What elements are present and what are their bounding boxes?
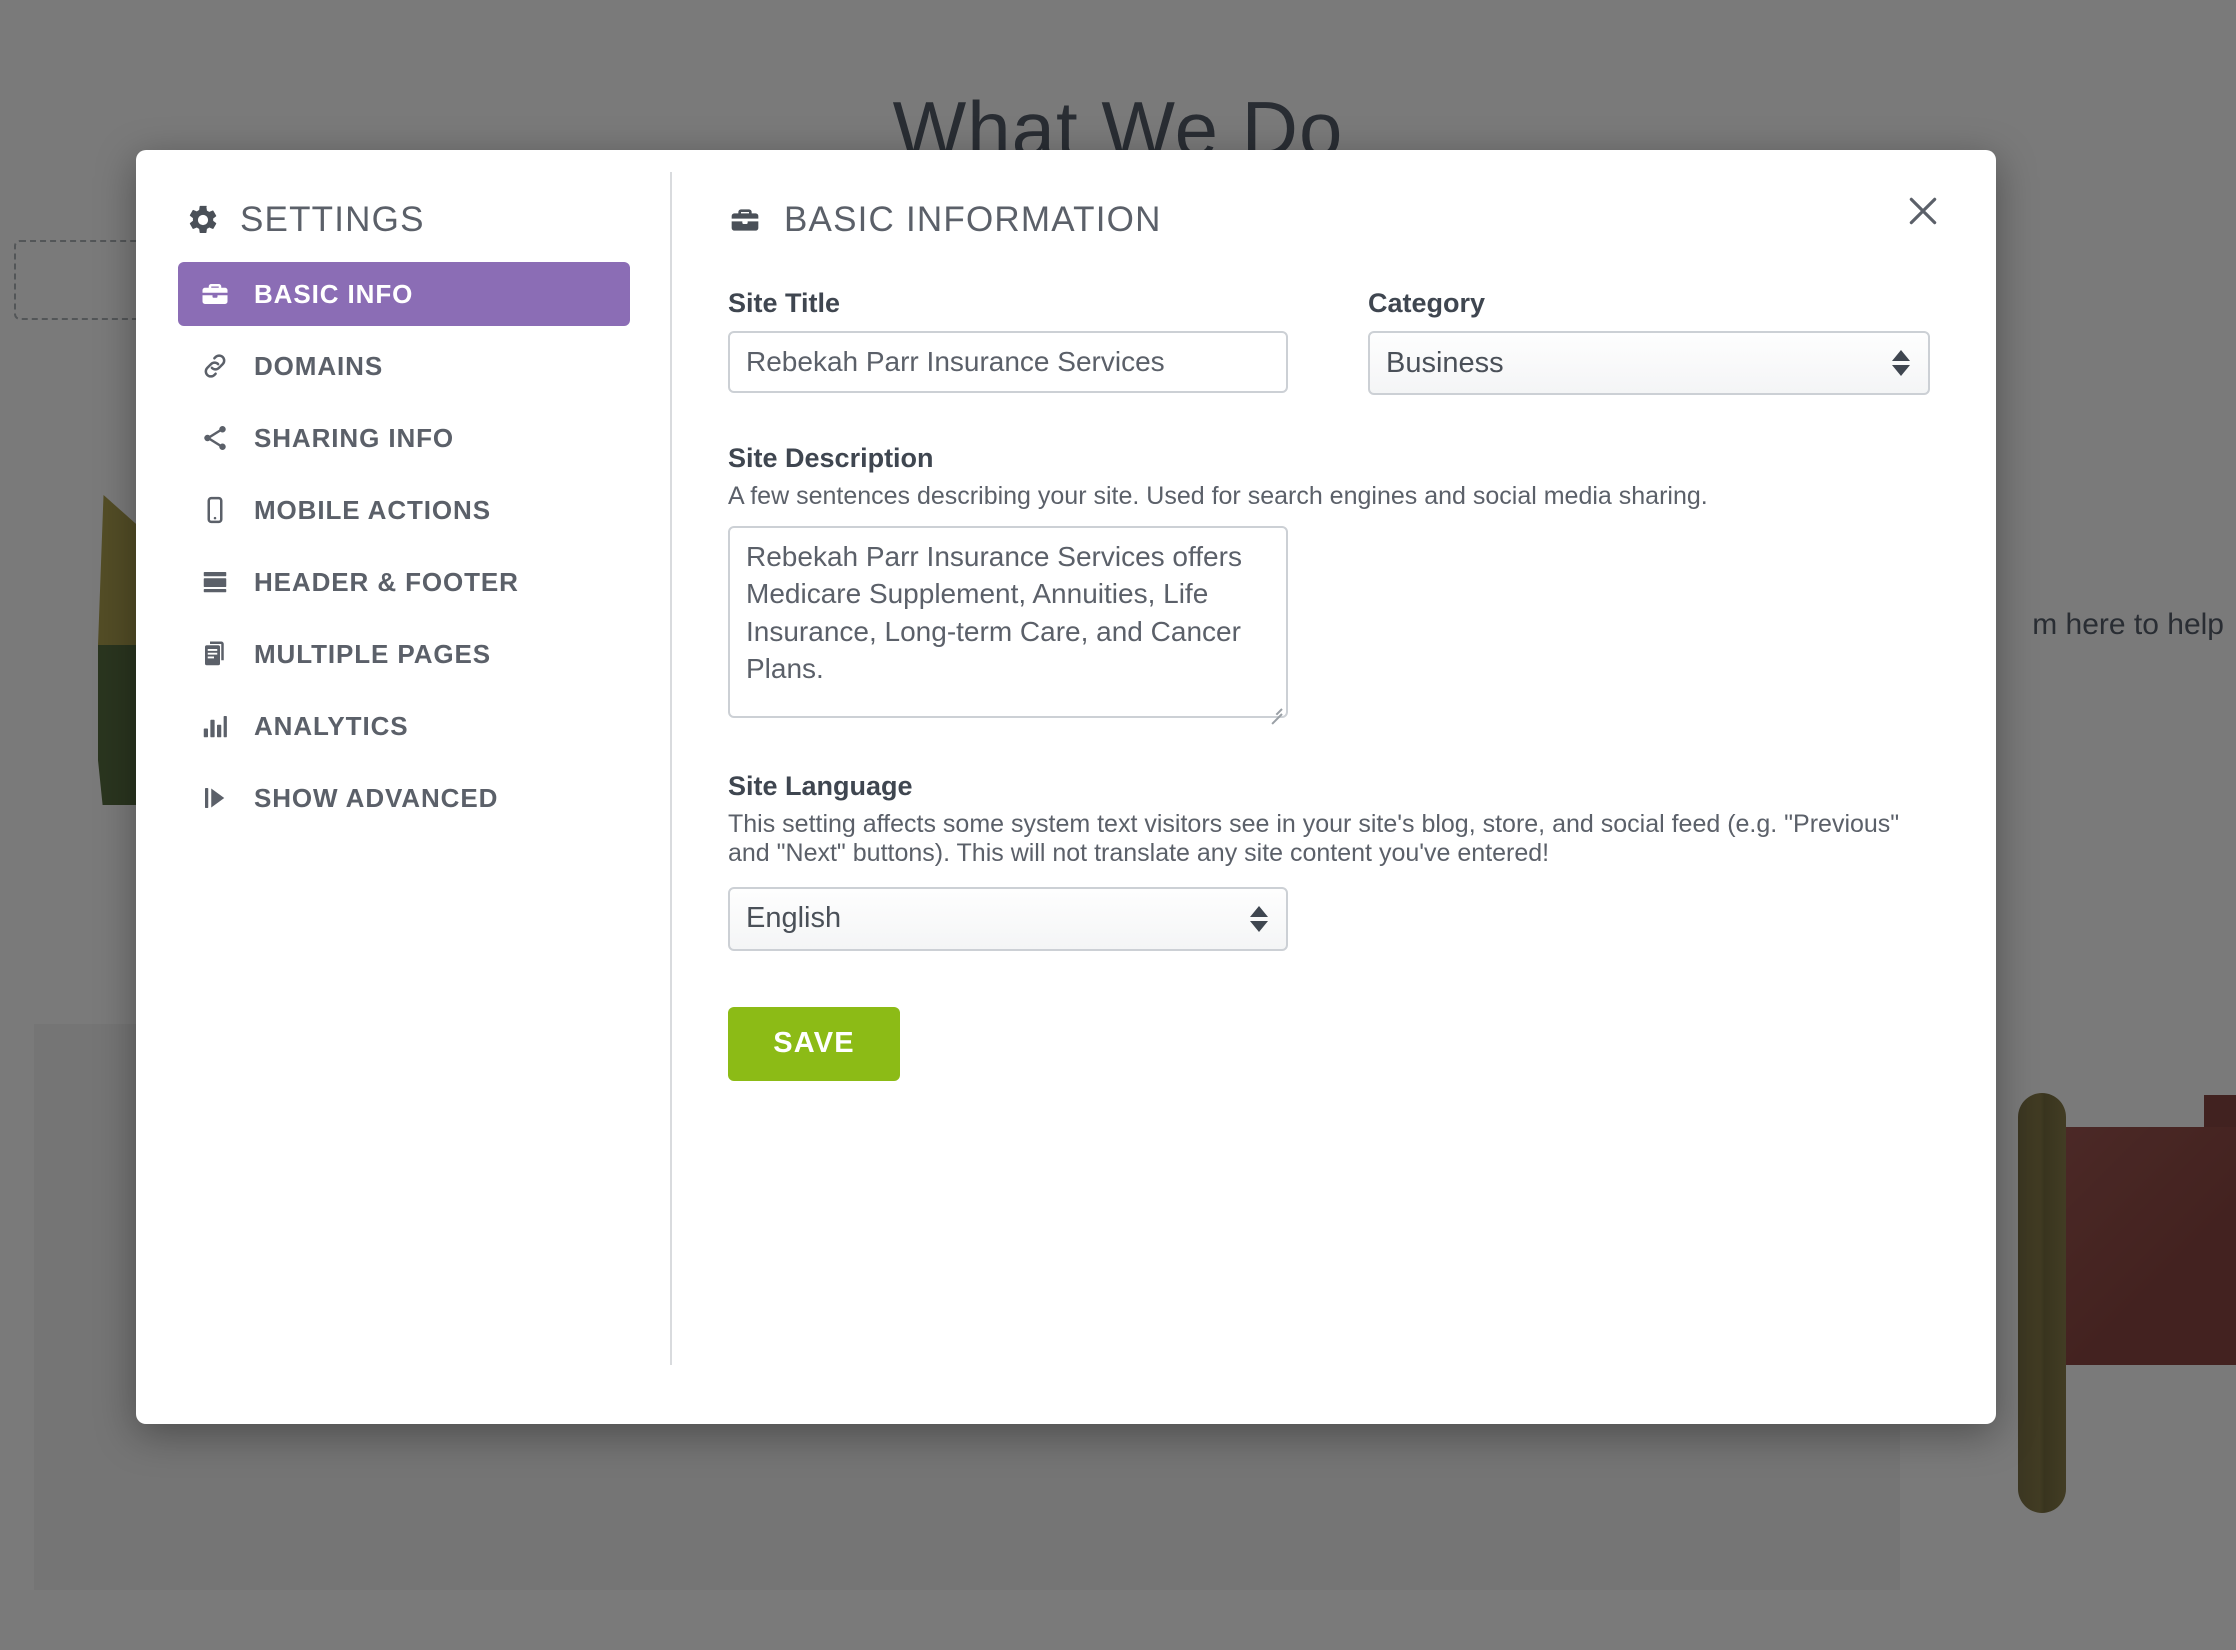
close-icon <box>1909 197 1937 225</box>
chevron-updown-icon <box>1892 350 1910 376</box>
sidebar-item-label: SHARING INFO <box>254 422 455 453</box>
site-description-help: A few sentences describing your site. Us… <box>728 482 1708 510</box>
site-description-label: Site Description <box>728 443 934 473</box>
sidebar-item-analytics[interactable]: ANALYTICS <box>178 694 630 758</box>
link-icon <box>198 349 232 383</box>
site-language-select[interactable]: English <box>728 886 1288 951</box>
settings-sidebar: SETTINGS BASIC INFO DOMAINS SHARING INFO… <box>136 150 672 1424</box>
site-description-field: Site Description A few sentences describ… <box>728 443 1708 725</box>
sidebar-item-domains[interactable]: DOMAINS <box>178 334 630 398</box>
category-select[interactable]: Business <box>1368 331 1930 395</box>
category-label: Category <box>1368 288 1486 318</box>
category-selected-value: Business <box>1386 346 1504 379</box>
mobile-icon <box>198 493 232 527</box>
bar-chart-icon <box>198 709 232 743</box>
save-button[interactable]: SAVE <box>728 1006 900 1081</box>
site-title-field: Site Title <box>728 288 1288 395</box>
site-title-label: Site Title <box>728 288 841 318</box>
row-site-description: Site Description A few sentences describ… <box>728 443 1940 725</box>
row-title-category: Site Title Category Business <box>728 288 1940 395</box>
site-language-help: This setting affects some system text vi… <box>728 809 1900 868</box>
sidebar-item-show-advanced[interactable]: SHOW ADVANCED <box>178 766 630 830</box>
site-description-textarea-wrap: Rebekah Parr Insurance Services offers M… <box>728 525 1288 725</box>
page-title: BASIC INFORMATION <box>784 200 1162 239</box>
sidebar-item-basic-info[interactable]: BASIC INFO <box>178 262 630 326</box>
site-language-field: Site Language This setting affects some … <box>728 771 1940 1081</box>
settings-main-panel: BASIC INFORMATION Site Title Category Bu… <box>672 150 1996 1424</box>
sidebar-item-label: MOBILE ACTIONS <box>254 494 491 525</box>
site-description-textarea[interactable]: Rebekah Parr Insurance Services offers M… <box>728 525 1288 718</box>
site-language-selected-value: English <box>746 902 842 934</box>
sidebar-item-label: BASIC INFO <box>254 278 414 309</box>
sidebar-item-label: DOMAINS <box>254 350 384 381</box>
sidebar-item-label: HEADER & FOOTER <box>254 566 519 597</box>
sidebar-item-label: SHOW ADVANCED <box>254 782 499 813</box>
site-title-input[interactable] <box>728 331 1288 393</box>
sidebar-item-sharing-info[interactable]: SHARING INFO <box>178 406 630 470</box>
page-root: What We Do m here to help SETTINGS <box>0 0 2236 1650</box>
sidebar-item-mobile-actions[interactable]: MOBILE ACTIONS <box>178 478 630 542</box>
pages-icon <box>198 637 232 671</box>
row-site-language: Site Language This setting affects some … <box>728 771 1940 1081</box>
sidebar-item-header-footer[interactable]: HEADER & FOOTER <box>178 550 630 614</box>
site-language-label: Site Language <box>728 770 913 801</box>
share-icon <box>198 421 232 455</box>
briefcase-icon <box>198 277 232 311</box>
category-field: Category Business <box>1368 288 1930 395</box>
sidebar-item-multiple-pages[interactable]: MULTIPLE PAGES <box>178 622 630 686</box>
sidebar-heading: SETTINGS <box>186 200 630 240</box>
sidebar-item-label: MULTIPLE PAGES <box>254 638 491 669</box>
gear-icon <box>186 203 220 237</box>
chevron-updown-icon <box>1250 905 1268 932</box>
sidebar-item-label: ANALYTICS <box>254 710 409 741</box>
play-forward-icon <box>198 781 232 815</box>
sidebar-heading-label: SETTINGS <box>240 200 425 239</box>
settings-modal: SETTINGS BASIC INFO DOMAINS SHARING INFO… <box>136 150 1996 1424</box>
layout-icon <box>198 565 232 599</box>
panel-header: BASIC INFORMATION <box>728 200 1940 240</box>
close-button[interactable] <box>1894 182 1952 240</box>
briefcase-icon <box>728 203 762 237</box>
